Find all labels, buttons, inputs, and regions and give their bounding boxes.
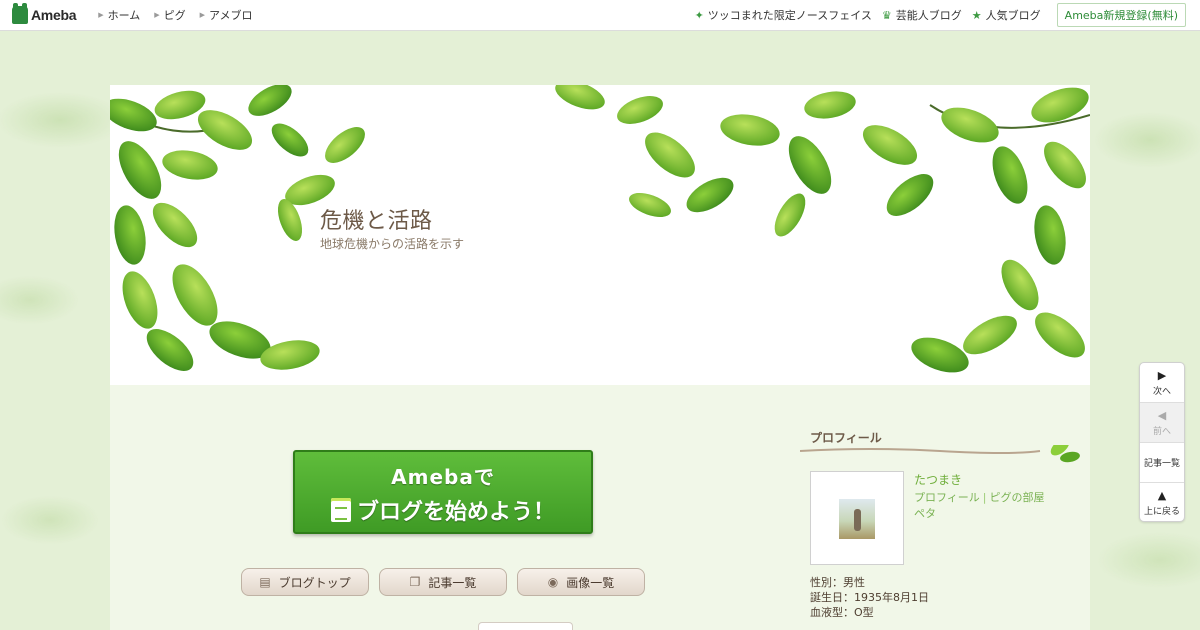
separator: |	[982, 491, 987, 504]
link-limited-north-face[interactable]: ✦ ツッコまれた限定ノースフェイス	[695, 7, 872, 23]
blog-description: 地球危機からの活路を示す	[320, 237, 465, 251]
images-label: 画像一覧	[566, 575, 615, 590]
prev-button[interactable]: ◀ 前へ	[1140, 403, 1184, 443]
ameba-logo[interactable]: Ameba	[12, 3, 77, 24]
logo-text: Ameba	[31, 7, 77, 23]
profile-link[interactable]: プロフィール	[914, 491, 980, 504]
next-label: 次へ	[1152, 386, 1171, 397]
blog-container: 危機と活路 地球危機からの活路を示す Amebaで ブログを始めよう！ ▤ ブロ…	[110, 85, 1090, 630]
profile-birthday: 誕生日：1935年8月1日	[810, 591, 929, 604]
sparkle-icon: ✦	[694, 8, 704, 22]
right-leaf-cluster	[555, 85, 1090, 373]
nav-pigg[interactable]: ▶ ピグ	[154, 7, 185, 23]
blog-top-button[interactable]: ▤ ブログトップ	[241, 568, 369, 596]
back-to-top-button[interactable]: ▲ 上に戻る	[1140, 483, 1184, 523]
triangle-right-icon: ▶	[98, 11, 104, 19]
profile-heading: プロフィール	[810, 431, 882, 445]
profile-gender: 性別：男性	[810, 576, 865, 589]
entries-label: 記事一覧	[428, 575, 477, 590]
nav-pigg-label: ピグ	[163, 9, 186, 22]
pigg-room-link[interactable]: ピグの部屋	[990, 491, 1045, 504]
camera-icon: ◉	[547, 575, 559, 589]
link-limited-north-face-label: ツッコまれた限定ノースフェイス	[707, 9, 872, 22]
triangle-right-icon: ▶	[199, 11, 206, 19]
triangle-right-icon: ▶	[154, 11, 160, 19]
link-popular-blog-label: 人気ブログ	[985, 9, 1041, 22]
link-celebrity-blog[interactable]: ♛ 芸能人ブログ	[882, 7, 962, 23]
profile-heading-divider	[800, 445, 1080, 463]
nav-ameblo[interactable]: ▶ アメブロ	[200, 7, 253, 23]
entries-list-label: 記事一覧	[1143, 459, 1180, 469]
star-icon: ★	[971, 8, 982, 22]
blog-header: 危機と活路 地球危機からの活路を示す	[110, 85, 1090, 385]
link-celebrity-blog-label: 芸能人ブログ	[895, 9, 962, 22]
start-banner-line1: Amebaで	[391, 465, 495, 489]
nav-ameblo-label: アメブロ	[209, 9, 253, 22]
global-header: Ameba ▶ ホーム ▶ ピグ ▶ アメブロ ✦ ツッコまれた限定ノースフェイス ♛ 芸…	[0, 0, 1200, 31]
prev-label: 前へ	[1152, 426, 1171, 437]
profile-info: 性別：男性 誕生日：1935年8月1日 血液型：O型	[810, 575, 929, 620]
side-navigation: ▶ 次へ ◀ 前へ 記事一覧 ▲ 上に戻る	[1139, 362, 1185, 522]
entries-button[interactable]: ❐ 記事一覧	[379, 568, 507, 596]
profile-blood: 血液型：O型	[810, 606, 874, 619]
avatar-image	[839, 499, 875, 539]
pagination[interactable]	[478, 622, 573, 630]
list-icon: ▤	[259, 575, 271, 589]
profile-avatar[interactable]	[810, 471, 904, 565]
notebook-icon	[330, 498, 351, 522]
profile-name[interactable]: たつまき	[914, 471, 962, 488]
signup-button[interactable]: Ameba新規登録(無料)	[1056, 3, 1186, 27]
peta-link[interactable]: ペタ	[914, 507, 936, 520]
entries-list-button[interactable]: 記事一覧	[1140, 443, 1184, 483]
next-button[interactable]: ▶ 次へ	[1140, 363, 1184, 403]
start-banner-line2-row: ブログを始めよう！	[295, 494, 591, 526]
leaves-decoration	[110, 85, 1090, 373]
start-banner-line2: ブログを始めよう！	[356, 500, 555, 525]
back-to-top-label: 上に戻る	[1143, 507, 1180, 517]
start-blog-banner[interactable]: Amebaで ブログを始めよう！	[293, 450, 593, 534]
crown-icon: ♛	[881, 8, 892, 22]
images-button[interactable]: ◉ 画像一覧	[517, 568, 645, 596]
nav-home[interactable]: ▶ ホーム	[98, 7, 140, 23]
documents-icon: ❐	[409, 575, 421, 589]
blog-top-label: ブログトップ	[278, 575, 351, 590]
profile-links: プロフィール | ピグの部屋 ペタ	[914, 490, 1045, 522]
link-popular-blog[interactable]: ★ 人気ブログ	[972, 7, 1041, 23]
triangle-right-icon: ▶	[1157, 368, 1167, 382]
ameba-logo-icon	[12, 3, 28, 24]
triangle-up-icon: ▲	[1157, 489, 1167, 502]
blog-title[interactable]: 危機と活路	[320, 203, 433, 235]
nav-home-label: ホーム	[107, 9, 141, 22]
triangle-left-icon: ◀	[1157, 408, 1167, 422]
header-right: ✦ ツッコまれた限定ノースフェイス ♛ 芸能人ブログ ★ 人気ブログ Ameba新規登…	[685, 3, 1186, 27]
